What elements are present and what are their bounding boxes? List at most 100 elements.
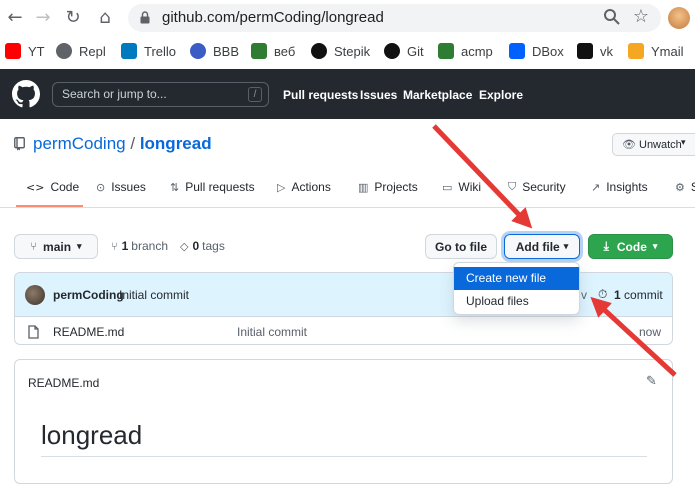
tab-code[interactable]: <> Code [26, 180, 79, 194]
bookmark-acmp[interactable]: acmp [438, 42, 493, 60]
stepik-icon [311, 43, 327, 59]
address-bar[interactable]: github.com/permCoding/longread ☆ [128, 4, 661, 32]
bookmark-repl[interactable]: Repl [56, 42, 106, 60]
play-icon: ▷ [277, 180, 286, 194]
edit-pencil-icon[interactable]: ✎ [646, 374, 657, 389]
bookmarks-bar: YT Repl Trello BBB веб Stepik Git acmp D… [0, 36, 695, 66]
tab-label: Insights [606, 180, 648, 194]
upload-files-item[interactable]: Upload files [454, 290, 579, 313]
unwatch-button[interactable]: 👁 Unwatch ▾ [612, 133, 695, 156]
bookmark-bbb[interactable]: BBB [190, 42, 239, 60]
unwatch-label: Unwatch [639, 139, 682, 151]
caret-down-icon: ▾ [681, 137, 686, 147]
repo-name-link[interactable]: longread [140, 134, 212, 153]
bookmark-git[interactable]: Git [384, 42, 424, 60]
tab-active-indicator [16, 205, 83, 207]
nav-explore[interactable]: Explore [479, 88, 523, 102]
divider [41, 456, 647, 457]
add-file-menu: Create new file Upload files [453, 262, 580, 315]
tag-count: 0 [192, 239, 200, 253]
profile-avatar[interactable] [668, 7, 690, 29]
branch-icon: ⑂ [30, 240, 38, 253]
commit-hash-partial: v [581, 288, 587, 302]
bookmark-label: vk [600, 43, 613, 59]
table-row: README.md Initial commit now [15, 316, 672, 344]
tab-wiki[interactable]: ▭ Wiki [442, 180, 481, 194]
search-placeholder: Search or jump to... [62, 87, 167, 101]
commit-count: 1 [614, 288, 621, 302]
tab-issues[interactable]: ⊙ Issues [96, 180, 146, 194]
dropbox-icon [509, 43, 525, 59]
github-logo-icon[interactable] [12, 80, 40, 108]
commit-message[interactable]: Initial commit [119, 288, 189, 302]
bookmark-stepik[interactable]: Stepik [311, 42, 370, 60]
add-file-button[interactable]: Add file ▾ [504, 234, 580, 259]
tag-count-link[interactable]: ◇ 0 tags [180, 239, 225, 253]
bookmark-label: веб [274, 43, 296, 59]
code-icon: <> [26, 180, 45, 194]
bookmark-label: Git [407, 43, 424, 59]
zoom-icon[interactable] [603, 8, 621, 26]
back-icon[interactable]: ← [4, 7, 26, 29]
file-name-link[interactable]: README.md [53, 325, 124, 339]
mail-icon [628, 43, 644, 59]
bookmark-dbox[interactable]: DBox [509, 42, 564, 60]
tab-settings[interactable]: ⚙ S [675, 180, 695, 194]
tab-label: S [690, 180, 695, 194]
go-to-file-button[interactable]: Go to file [425, 234, 497, 259]
bookmark-yt[interactable]: YT [5, 42, 45, 60]
branch-count-link[interactable]: ⑂ 1 branch [111, 239, 168, 253]
reload-icon[interactable]: ↻ [62, 7, 84, 29]
tab-actions[interactable]: ▷ Actions [277, 180, 331, 194]
branch-select[interactable]: ⑂ main ▾ [14, 234, 98, 259]
commit-author[interactable]: permCoding [53, 288, 124, 302]
tab-insights[interactable]: ↗ Insights [591, 180, 648, 194]
repo-separator: / [130, 134, 136, 153]
download-icon: ⤓ [603, 239, 609, 253]
gear-icon: ⚙ [675, 180, 685, 194]
book-icon: ▭ [442, 180, 453, 194]
github-header: Search or jump to... / Pull requests Iss… [0, 69, 695, 119]
file-commit-message[interactable]: Initial commit [237, 325, 307, 339]
web-icon [251, 43, 267, 59]
tab-label: Wiki [458, 180, 482, 194]
forward-icon[interactable]: → [32, 7, 54, 29]
repo-icon [14, 137, 25, 151]
file-icon [28, 325, 39, 339]
home-icon[interactable]: ⌂ [94, 7, 116, 29]
tag-icon: ◇ [180, 239, 189, 253]
readme-panel: README.md ✎ longread [14, 359, 673, 484]
create-new-file-item[interactable]: Create new file [454, 267, 579, 290]
commit-count-link[interactable]: 1 commit [614, 288, 663, 302]
commit-word: commit [624, 288, 663, 302]
bookmark-vk[interactable]: vk [577, 42, 613, 60]
readme-filename: README.md [28, 376, 100, 390]
tab-label: Security [522, 180, 566, 194]
bookmark-label: YT [28, 43, 45, 59]
tab-pull-requests[interactable]: ⇅ Pull requests [170, 180, 255, 194]
tab-projects[interactable]: ▥ Projects [358, 180, 418, 194]
nav-pull-requests[interactable]: Pull requests [283, 88, 358, 102]
bookmark-ymail[interactable]: Ymail [628, 42, 684, 60]
bookmark-web[interactable]: веб [251, 42, 295, 60]
nav-marketplace[interactable]: Marketplace [403, 88, 472, 102]
branch-count: 1 [121, 239, 129, 253]
nav-issues[interactable]: Issues [360, 88, 397, 102]
bookmark-label: DBox [532, 43, 564, 59]
code-label: Code [616, 239, 647, 254]
add-file-label: Add file [515, 239, 560, 254]
avatar[interactable] [25, 285, 45, 305]
bookmark-trello[interactable]: Trello [121, 42, 176, 60]
search-input[interactable]: Search or jump to... / [52, 82, 269, 107]
tab-label: Code [50, 180, 80, 194]
github-icon [384, 43, 400, 59]
graph-icon: ↗ [591, 180, 601, 194]
repo-owner-link[interactable]: permCoding [33, 134, 126, 153]
code-button[interactable]: ⤓ Code ▾ [588, 234, 673, 259]
bookmark-star-icon[interactable]: ☆ [633, 6, 649, 27]
project-icon: ▥ [358, 180, 369, 194]
youtube-icon [5, 43, 21, 59]
search-shortcut-key: / [248, 87, 262, 102]
tab-security[interactable]: ⛉ Security [508, 180, 566, 194]
branch-name: main [43, 239, 72, 254]
